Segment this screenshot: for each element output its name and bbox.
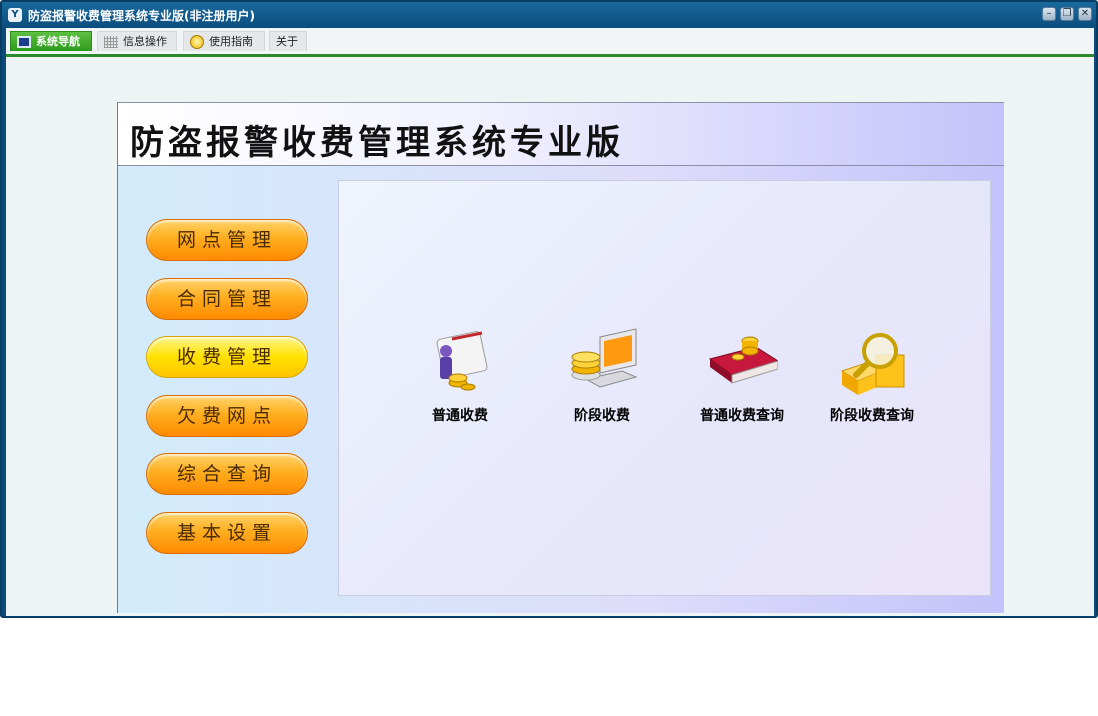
stage-fee-query-launcher[interactable]: 阶段收费查询 (817, 327, 927, 425)
tab-label: 系统导航 (36, 34, 80, 48)
tab-label: 关于 (276, 34, 298, 48)
book-coins-icon (706, 327, 780, 399)
grid-icon (104, 35, 118, 48)
basic-settings-button[interactable]: 基本设置 (146, 512, 308, 554)
tab-info-operations[interactable]: 信息操作 (97, 31, 177, 51)
app-icon: Y (8, 8, 22, 22)
launcher-label: 普通收费查询 (700, 408, 784, 424)
tab-about[interactable]: 关于 (269, 31, 307, 51)
tab-system-navigation[interactable]: 系统导航 (10, 31, 92, 51)
window-title: 防盗报警收费管理系统专业版(非注册用户) (28, 9, 255, 23)
stage-fee-launcher[interactable]: 阶段收费 (547, 327, 657, 425)
main-window: Y 防盗报警收费管理系统专业版(非注册用户) – ❐ ✕ 系统导航 信息操作 使… (0, 0, 1098, 618)
panel-title: 防盗报警收费管理系统专业版 (130, 123, 624, 163)
tab-user-guide[interactable]: 使用指南 (183, 31, 265, 51)
launcher-label: 普通收费 (432, 408, 488, 424)
minimize-button[interactable]: – (1042, 7, 1056, 21)
person-document-coins-icon (424, 327, 496, 399)
tab-label: 使用指南 (209, 34, 253, 48)
monitor-icon (17, 35, 31, 48)
navigation-panel: 防盗报警收费管理系统专业版 网点管理 合同管理 收费管理 欠费网点 综合查询 基… (117, 102, 1004, 613)
function-area: 普通收费 阶段收费 普通收费查询 阶段收费查询 (338, 180, 991, 596)
fee-management-button[interactable]: 收费管理 (146, 336, 308, 378)
outlet-management-button[interactable]: 网点管理 (146, 219, 308, 261)
launcher-label: 阶段收费 (574, 408, 630, 424)
title-bar[interactable]: Y 防盗报警收费管理系统专业版(非注册用户) – ❐ ✕ (2, 2, 1096, 28)
ordinary-fee-launcher[interactable]: 普通收费 (405, 327, 515, 425)
magnifier-boxes-icon (836, 327, 908, 399)
tab-label: 信息操作 (123, 34, 167, 48)
close-button[interactable]: ✕ (1078, 7, 1092, 21)
bulb-icon (190, 34, 204, 49)
launcher-label: 阶段收费查询 (830, 408, 914, 424)
panel-header: 防盗报警收费管理系统专业版 (118, 103, 1004, 166)
comprehensive-query-button[interactable]: 综合查询 (146, 453, 308, 495)
ordinary-fee-query-launcher[interactable]: 普通收费查询 (687, 327, 797, 425)
laptop-coins-icon (566, 327, 638, 399)
menu-bar: 系统导航 信息操作 使用指南 关于 (6, 28, 1094, 57)
arrears-outlets-button[interactable]: 欠费网点 (146, 395, 308, 437)
contract-management-button[interactable]: 合同管理 (146, 278, 308, 320)
restore-button[interactable]: ❐ (1060, 7, 1074, 21)
client-area: 系统导航 信息操作 使用指南 关于 防盗报警收费管理系统专业版 网点管理 合同管… (6, 28, 1094, 616)
